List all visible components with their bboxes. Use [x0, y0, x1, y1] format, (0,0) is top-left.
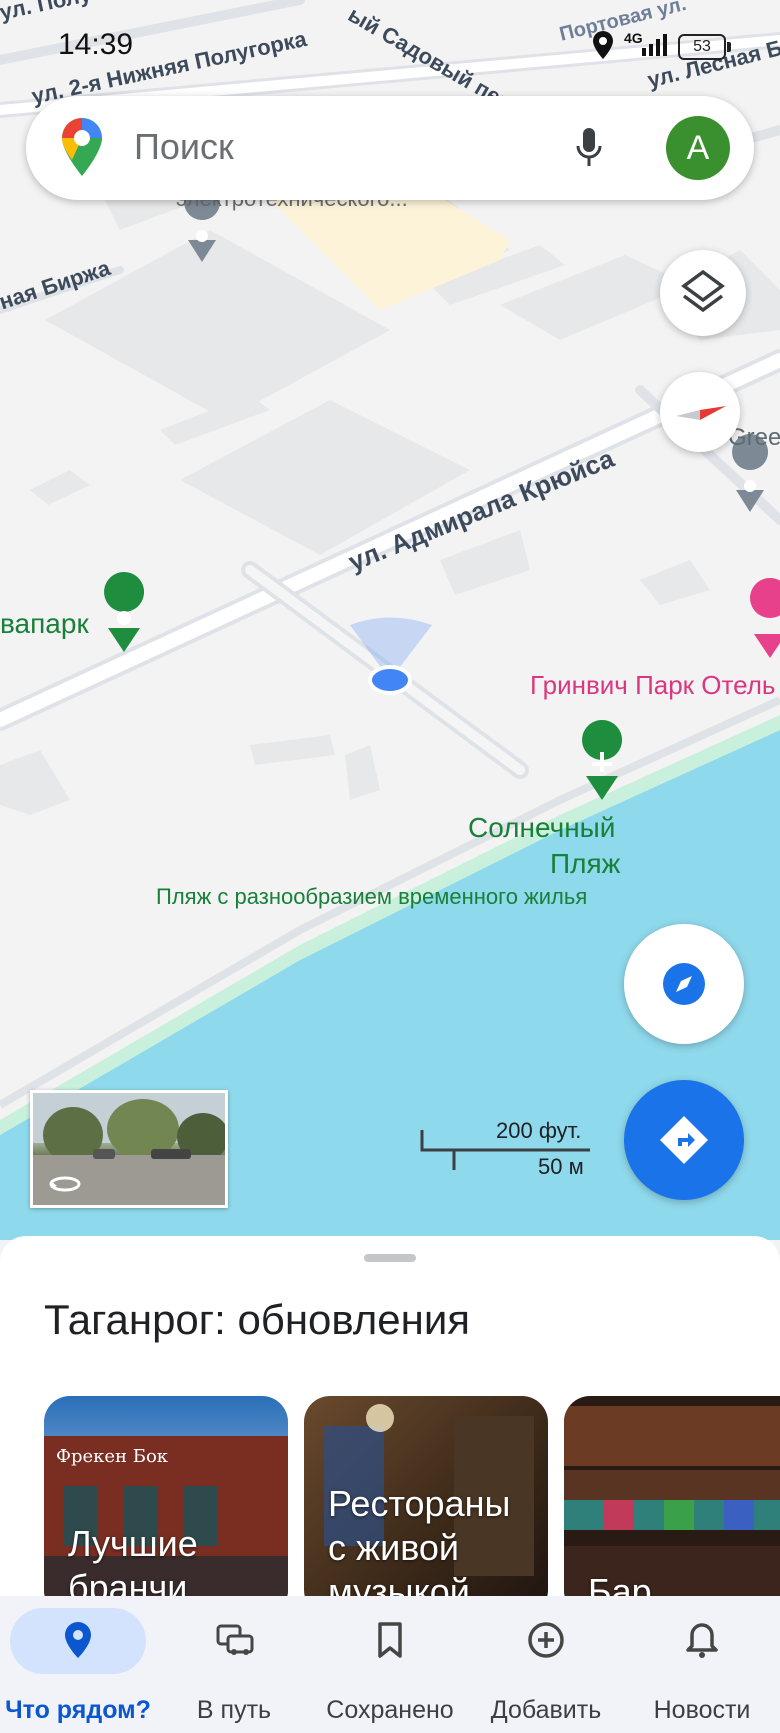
layers-button[interactable] [660, 250, 746, 336]
scale-imperial: 200 фут. [496, 1118, 582, 1143]
card-brunch[interactable]: Фрекен Бок Лучшие бранчи [44, 1396, 288, 1596]
poi-label-beach-1[interactable]: Солнечный [468, 812, 615, 844]
card-bar[interactable]: Бар [564, 1396, 780, 1596]
compass-explore-icon [663, 963, 705, 1005]
nav-item-explore[interactable]: Что рядом? [0, 1596, 156, 1733]
directions-arrow-icon [660, 1116, 708, 1164]
card-live-music[interactable]: Рестораны с живой музыкой [304, 1396, 548, 1596]
card-label-line: Лучшие [68, 1523, 198, 1564]
poi-label-beach-2[interactable]: Пляж [550, 848, 620, 880]
microphone-icon[interactable] [574, 126, 604, 170]
nav-label: В путь [196, 1696, 272, 1724]
bottom-navigation: Что рядом? В путь Сохранено Добавить Нов… [0, 1596, 780, 1733]
nav-item-saved[interactable]: Сохранено [312, 1596, 468, 1733]
place-pin-icon [65, 1622, 91, 1658]
nav-label: Добавить [490, 1696, 602, 1724]
google-maps-logo-icon [62, 118, 102, 176]
search-bar[interactable]: Поиск A [26, 96, 754, 200]
poi-label-hotel[interactable]: Гринвич Парк Отель [530, 670, 775, 701]
nav-label: Что рядом? [5, 1696, 151, 1724]
map-scale: 200 фут. 50 м [420, 1118, 600, 1179]
nav-item-updates[interactable]: Новости [624, 1596, 780, 1733]
poi-subtitle-beach: Пляж с разнообразием временного жилья [156, 884, 588, 909]
directions-button[interactable] [624, 1080, 744, 1200]
bookmark-icon [378, 1622, 402, 1658]
street-view-thumbnail[interactable] [30, 1090, 228, 1208]
map-view[interactable]: ул. Полугорка ул. 2-я Нижняя Полугорка ы… [0, 0, 780, 1240]
add-circle-icon [528, 1622, 564, 1658]
card-label-line: бранчи [68, 1567, 188, 1596]
sheet-title: Таганрог: обновления [44, 1296, 471, 1343]
card-label-line: Бар [588, 1571, 652, 1596]
explore-button[interactable] [624, 924, 744, 1044]
status-time: 14:39 [58, 28, 134, 61]
commute-icon [216, 1624, 254, 1655]
card-label-line: музыкой [328, 1571, 470, 1596]
nav-item-commute[interactable]: В путь [156, 1596, 312, 1733]
card-photo-bar [564, 1406, 780, 1596]
card-label-line: с живой [328, 1527, 460, 1568]
my-location-dot [368, 665, 412, 695]
layers-icon [681, 269, 725, 313]
nav-label: Сохранено [326, 1696, 454, 1724]
scale-metric: 50 м [538, 1154, 584, 1179]
signal-icon [642, 34, 667, 56]
card-sign: Фрекен Бок [56, 1446, 169, 1467]
status-bar: 14:39 4G 53 [0, 0, 780, 90]
card-label-line: Рестораны [328, 1483, 511, 1524]
battery-indicator: 53 [678, 34, 731, 60]
compass-needle-icon [676, 406, 726, 420]
poi-label-aquapark[interactable]: вапарк [0, 608, 89, 640]
rotate-360-icon [49, 1176, 81, 1192]
search-input[interactable]: Поиск [134, 126, 234, 168]
sheet-drag-handle[interactable] [364, 1254, 416, 1262]
nav-label: Новости [653, 1696, 751, 1724]
nav-item-contribute[interactable]: Добавить [468, 1596, 624, 1733]
bell-icon [686, 1623, 718, 1658]
account-avatar[interactable]: A [666, 116, 730, 180]
location-status-icon [593, 31, 613, 59]
bottom-sheet[interactable]: Таганрог: обновления Фрекен Бок Лучшие б… [0, 1236, 780, 1596]
compass-button[interactable] [660, 372, 740, 452]
